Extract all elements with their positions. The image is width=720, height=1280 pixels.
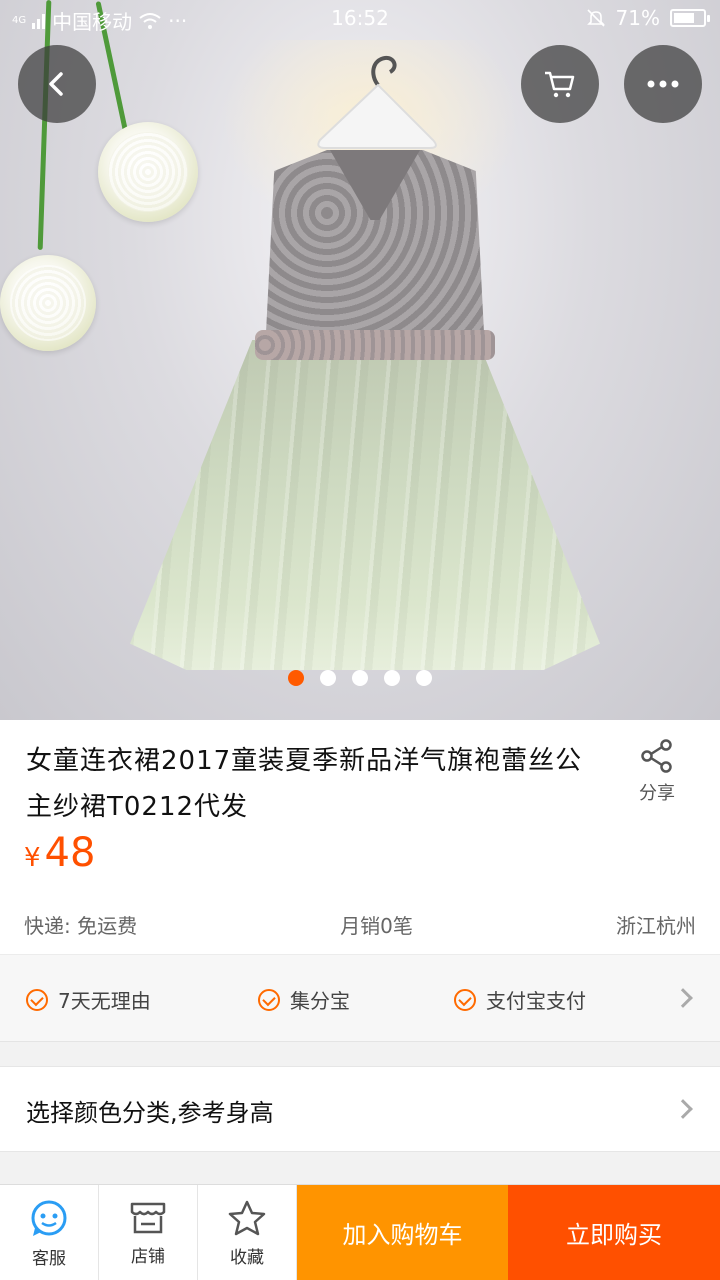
sku-selector[interactable]: 选择颜色分类,参考身高 [0, 1066, 720, 1152]
chevron-right-icon [673, 988, 693, 1008]
mute-bell-icon [586, 9, 605, 27]
product-info: 女童连衣裙2017童装夏季新品洋气旗袍蕾丝公主纱裙T0212代发 分享 ¥48 … [0, 720, 720, 954]
guarantee-label: 7天无理由 [58, 989, 151, 1013]
check-circle-icon [26, 988, 48, 1011]
product-image-gallery[interactable] [0, 0, 720, 720]
buy-now-button[interactable]: 立即购买 [508, 1185, 720, 1280]
store-label: 店铺 [131, 1246, 165, 1267]
store-icon [130, 1202, 166, 1233]
dress-waistband [255, 330, 495, 360]
favorite-button[interactable]: 收藏 [198, 1185, 297, 1280]
monthly-sales: 月销0笔 [340, 914, 413, 938]
pagination-dot[interactable] [352, 670, 368, 686]
flower-decoration [0, 255, 96, 351]
battery-percent: 71% [615, 6, 660, 30]
back-arrow-icon [49, 72, 63, 96]
more-dots-icon [647, 80, 679, 88]
pagination-dot[interactable] [288, 670, 304, 686]
battery-icon [670, 9, 710, 27]
seller-location: 浙江杭州 [616, 914, 696, 938]
pagination-dot[interactable] [384, 670, 400, 686]
guarantee-item: 集分宝 [258, 985, 350, 1014]
share-button[interactable]: 分享 [620, 738, 694, 805]
pagination-dot[interactable] [416, 670, 432, 686]
price: ¥48 [24, 830, 95, 876]
more-button[interactable] [624, 45, 702, 123]
star-icon [228, 1200, 266, 1235]
gallery-pagination [0, 670, 720, 686]
back-button[interactable] [18, 45, 96, 123]
flower-stem [37, 0, 52, 251]
hanger-icon [317, 55, 437, 149]
buy-now-label: 立即购买 [566, 1221, 662, 1249]
guarantee-item: 7天无理由 [26, 985, 151, 1014]
favorite-label: 收藏 [230, 1247, 264, 1268]
guarantee-label: 支付宝支付 [486, 989, 586, 1013]
dress-skirt-folds [130, 340, 600, 670]
price-value: 48 [44, 830, 96, 876]
cart-button[interactable] [521, 45, 599, 123]
guarantee-label: 集分宝 [290, 989, 350, 1013]
share-label: 分享 [639, 783, 675, 804]
customer-service-button[interactable]: 客服 [0, 1185, 99, 1280]
bottom-action-bar: 客服 店铺 收藏 加入购物车 立即购买 [0, 1184, 720, 1280]
store-button[interactable]: 店铺 [99, 1185, 198, 1280]
add-to-cart-label: 加入购物车 [342, 1221, 463, 1249]
product-title: 女童连衣裙2017童装夏季新品洋气旗袍蕾丝公主纱裙T0212代发 [26, 746, 583, 822]
shipping-info: 快递: 免运费 [24, 914, 138, 938]
guarantee-item: 支付宝支付 [454, 985, 586, 1014]
currency-symbol: ¥ [24, 843, 41, 873]
customer-service-label: 客服 [32, 1248, 66, 1269]
service-guarantees[interactable]: 7天无理由 集分宝 支付宝支付 [0, 954, 720, 1042]
add-to-cart-button[interactable]: 加入购物车 [297, 1185, 508, 1280]
check-circle-icon [454, 988, 476, 1011]
status-bar: 4G 中国移动 ··· 16:52 71% [0, 0, 720, 36]
cart-icon [545, 71, 575, 98]
pagination-dot[interactable] [320, 670, 336, 686]
share-icon [641, 739, 672, 773]
chevron-right-icon [673, 1099, 693, 1119]
customer-service-icon [31, 1200, 67, 1236]
product-meta: 快递: 免运费 月销0笔 浙江杭州 [24, 910, 696, 939]
check-circle-icon [258, 988, 280, 1011]
sku-selector-label: 选择颜色分类,参考身高 [26, 1099, 274, 1127]
flower-decoration [98, 122, 198, 222]
